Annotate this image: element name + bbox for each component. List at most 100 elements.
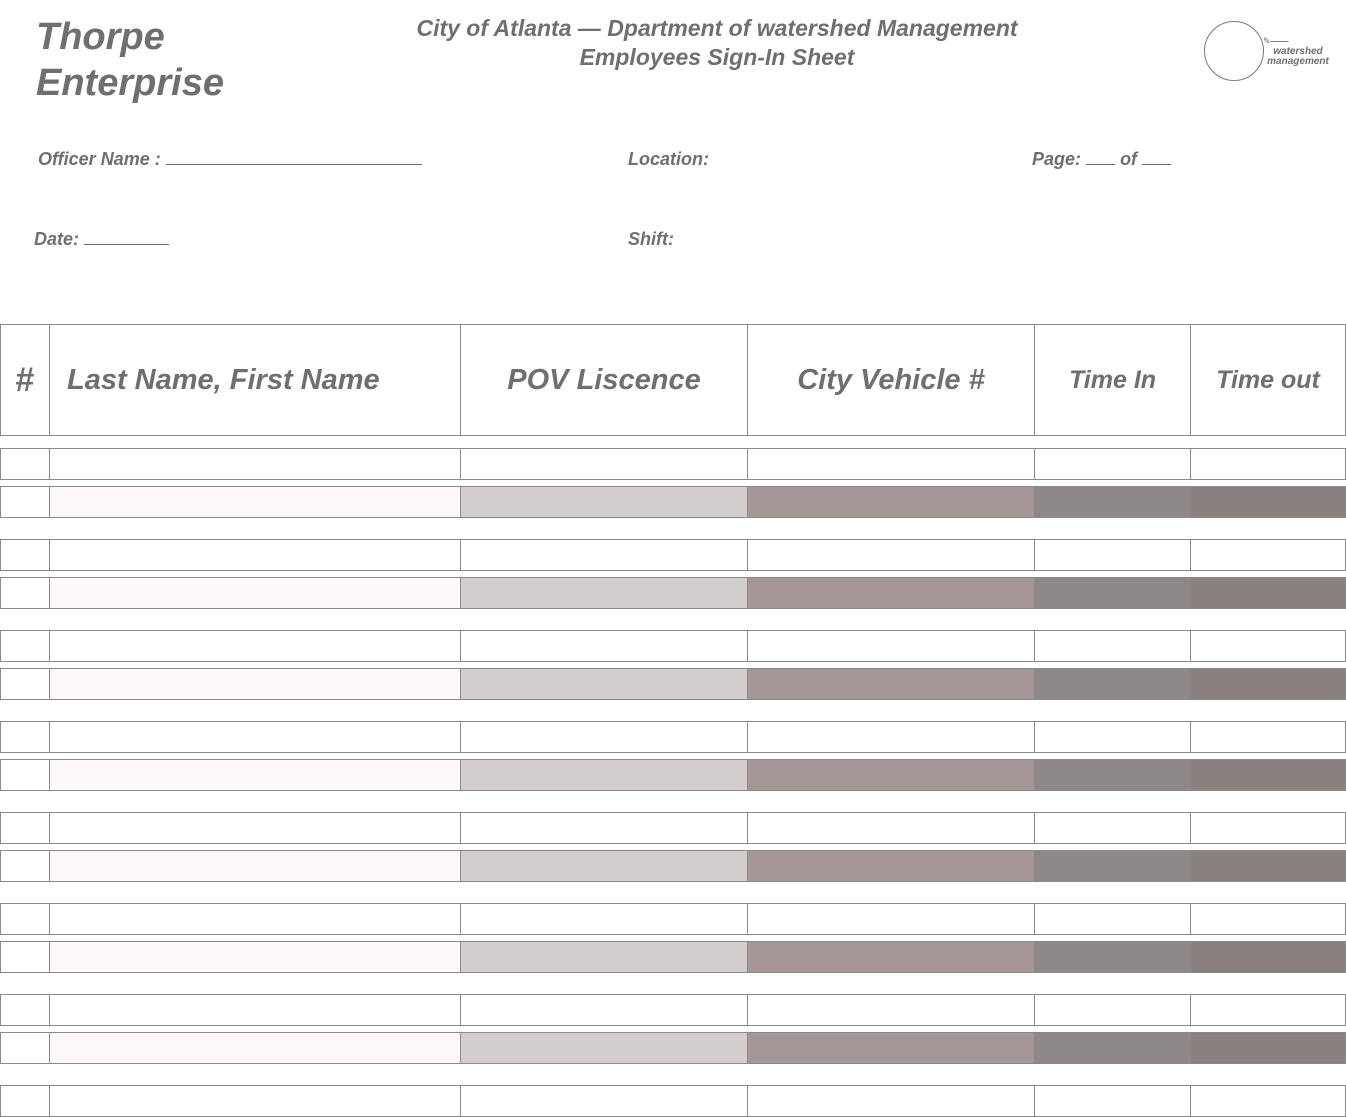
cell-number[interactable] xyxy=(0,994,49,1026)
date-field: Date: xyxy=(34,228,170,250)
cell-name[interactable] xyxy=(49,721,460,753)
cell-name[interactable] xyxy=(49,812,460,844)
cell-time-in[interactable] xyxy=(1034,630,1190,662)
cell-number[interactable] xyxy=(0,539,49,571)
cell-time-in[interactable] xyxy=(1034,539,1190,571)
cell-name[interactable] xyxy=(49,1085,460,1117)
cell-time-in[interactable] xyxy=(1034,994,1190,1026)
cell-number[interactable] xyxy=(0,903,49,935)
cell-time-in[interactable] xyxy=(1034,941,1190,973)
cell-city-vehicle[interactable] xyxy=(747,903,1034,935)
cell-name[interactable] xyxy=(49,759,460,791)
cell-number[interactable] xyxy=(0,486,49,518)
cell-city-vehicle[interactable] xyxy=(747,1085,1034,1117)
cell-city-vehicle[interactable] xyxy=(747,486,1034,518)
cell-city-vehicle[interactable] xyxy=(747,721,1034,753)
location-field: Location: xyxy=(628,148,709,170)
page-total-blank[interactable] xyxy=(1142,148,1172,165)
cell-name[interactable] xyxy=(49,630,460,662)
cell-number[interactable] xyxy=(0,577,49,609)
cell-city-vehicle[interactable] xyxy=(747,994,1034,1026)
cell-time-out[interactable] xyxy=(1190,759,1346,791)
cell-name[interactable] xyxy=(49,850,460,882)
cell-time-out[interactable] xyxy=(1190,1032,1346,1064)
cell-number[interactable] xyxy=(0,630,49,662)
cell-time-in[interactable] xyxy=(1034,812,1190,844)
page-number-blank[interactable] xyxy=(1086,148,1116,165)
cell-time-in[interactable] xyxy=(1034,1032,1190,1064)
cell-time-out[interactable] xyxy=(1190,721,1346,753)
cell-number[interactable] xyxy=(0,850,49,882)
cell-number[interactable] xyxy=(0,812,49,844)
cell-time-in[interactable] xyxy=(1034,721,1190,753)
cell-name[interactable] xyxy=(49,539,460,571)
cell-pov-licence[interactable] xyxy=(460,448,747,480)
header-time-in: Time In xyxy=(1034,324,1190,436)
cell-pov-licence[interactable] xyxy=(460,668,747,700)
cell-time-out[interactable] xyxy=(1190,577,1346,609)
cell-number[interactable] xyxy=(0,668,49,700)
cell-number[interactable] xyxy=(0,1032,49,1064)
cell-name[interactable] xyxy=(49,903,460,935)
cell-time-in[interactable] xyxy=(1034,1085,1190,1117)
cell-name[interactable] xyxy=(49,994,460,1026)
cell-city-vehicle[interactable] xyxy=(747,448,1034,480)
cell-time-in[interactable] xyxy=(1034,850,1190,882)
cell-city-vehicle[interactable] xyxy=(747,577,1034,609)
cell-pov-licence[interactable] xyxy=(460,941,747,973)
cell-time-in[interactable] xyxy=(1034,486,1190,518)
cell-time-out[interactable] xyxy=(1190,850,1346,882)
company-name: Thorpe Enterprise xyxy=(36,14,224,106)
cell-number[interactable] xyxy=(0,721,49,753)
cell-pov-licence[interactable] xyxy=(460,630,747,662)
cell-name[interactable] xyxy=(49,668,460,700)
table-row xyxy=(0,850,1346,882)
cell-city-vehicle[interactable] xyxy=(747,539,1034,571)
cell-time-out[interactable] xyxy=(1190,668,1346,700)
officer-name-blank[interactable] xyxy=(165,148,422,165)
cell-time-out[interactable] xyxy=(1190,1085,1346,1117)
cell-name[interactable] xyxy=(49,941,460,973)
cell-time-out[interactable] xyxy=(1190,630,1346,662)
cell-pov-licence[interactable] xyxy=(460,721,747,753)
cell-time-in[interactable] xyxy=(1034,903,1190,935)
cell-name[interactable] xyxy=(49,1032,460,1064)
cell-pov-licence[interactable] xyxy=(460,1032,747,1064)
cell-number[interactable] xyxy=(0,1085,49,1117)
cell-time-out[interactable] xyxy=(1190,486,1346,518)
cell-pov-licence[interactable] xyxy=(460,850,747,882)
cell-city-vehicle[interactable] xyxy=(747,668,1034,700)
cell-time-in[interactable] xyxy=(1034,577,1190,609)
cell-pov-licence[interactable] xyxy=(460,577,747,609)
cell-name[interactable] xyxy=(49,448,460,480)
cell-pov-licence[interactable] xyxy=(460,994,747,1026)
cell-time-out[interactable] xyxy=(1190,539,1346,571)
cell-name[interactable] xyxy=(49,577,460,609)
cell-pov-licence[interactable] xyxy=(460,539,747,571)
cell-city-vehicle[interactable] xyxy=(747,812,1034,844)
cell-time-out[interactable] xyxy=(1190,994,1346,1026)
date-blank[interactable] xyxy=(84,228,170,245)
cell-pov-licence[interactable] xyxy=(460,486,747,518)
cell-number[interactable] xyxy=(0,759,49,791)
cell-time-in[interactable] xyxy=(1034,759,1190,791)
cell-pov-licence[interactable] xyxy=(460,903,747,935)
cell-time-out[interactable] xyxy=(1190,812,1346,844)
cell-city-vehicle[interactable] xyxy=(747,1032,1034,1064)
cell-number[interactable] xyxy=(0,448,49,480)
cell-time-out[interactable] xyxy=(1190,903,1346,935)
cell-city-vehicle[interactable] xyxy=(747,941,1034,973)
cell-city-vehicle[interactable] xyxy=(747,850,1034,882)
cell-time-in[interactable] xyxy=(1034,668,1190,700)
shift-field: Shift: xyxy=(628,228,674,250)
cell-name[interactable] xyxy=(49,486,460,518)
cell-number[interactable] xyxy=(0,941,49,973)
cell-pov-licence[interactable] xyxy=(460,1085,747,1117)
cell-pov-licence[interactable] xyxy=(460,759,747,791)
cell-time-in[interactable] xyxy=(1034,448,1190,480)
cell-time-out[interactable] xyxy=(1190,448,1346,480)
cell-city-vehicle[interactable] xyxy=(747,759,1034,791)
cell-time-out[interactable] xyxy=(1190,941,1346,973)
cell-pov-licence[interactable] xyxy=(460,812,747,844)
cell-city-vehicle[interactable] xyxy=(747,630,1034,662)
